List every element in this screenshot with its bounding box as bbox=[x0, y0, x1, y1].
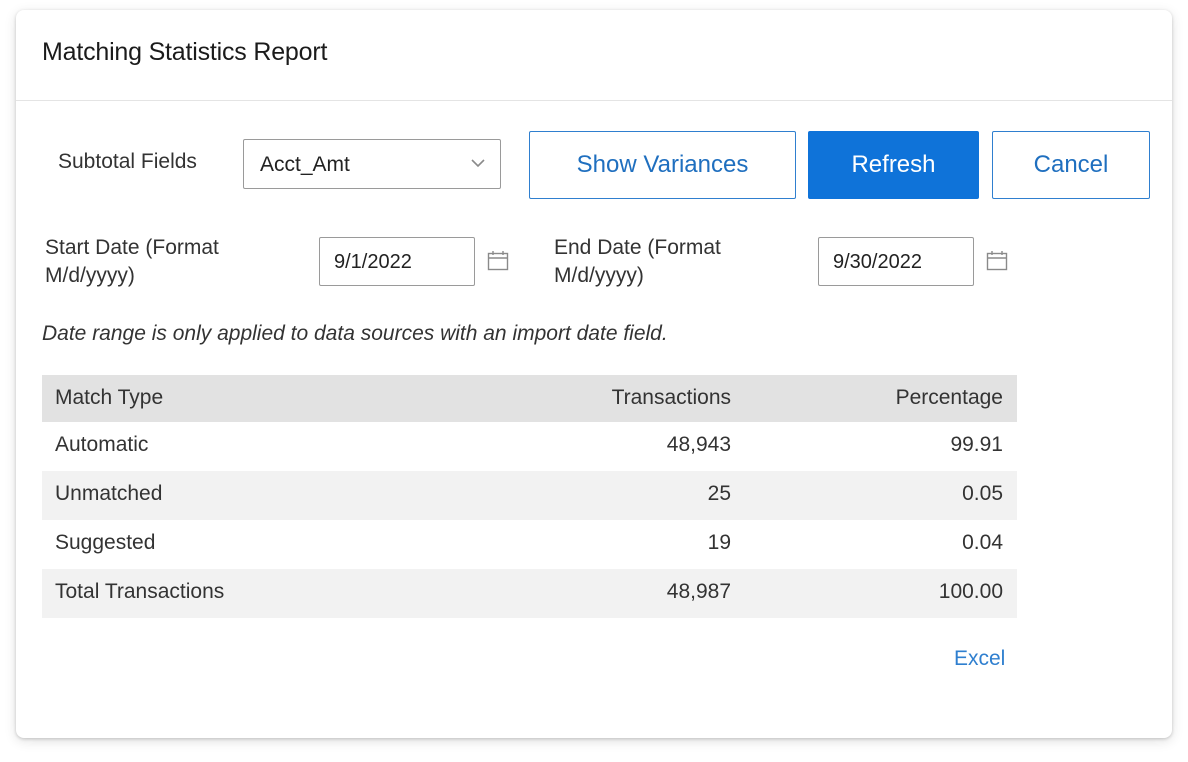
column-header-match-type[interactable]: Match Type bbox=[55, 386, 163, 410]
subtotal-fields-label: Subtotal Fields bbox=[58, 150, 197, 173]
transactions-cell: 25 bbox=[707, 482, 731, 505]
match-type-cell: Suggested bbox=[55, 531, 156, 554]
column-header-transactions[interactable]: Transactions bbox=[612, 386, 731, 410]
end-date-input[interactable]: 9/30/2022 bbox=[818, 237, 974, 286]
table-row: Automatic 48,943 99.91 bbox=[42, 422, 1017, 471]
start-date-value: 9/1/2022 bbox=[334, 251, 412, 273]
table-header-row: Match Type Transactions Percentage bbox=[42, 375, 1017, 422]
start-date-input[interactable]: 9/1/2022 bbox=[319, 237, 475, 286]
end-date-label-line1: End Date (Format bbox=[554, 236, 721, 259]
dialog-title: Matching Statistics Report bbox=[42, 38, 328, 66]
subtotal-fields-select[interactable]: Acct_Amt bbox=[243, 139, 501, 189]
excel-export-link[interactable]: Excel bbox=[954, 647, 1005, 671]
match-type-cell: Automatic bbox=[55, 433, 149, 456]
start-date-label-line2: M/d/yyyy) bbox=[45, 264, 135, 287]
matching-statistics-dialog: Matching Statistics Report Subtotal Fiel… bbox=[16, 10, 1172, 738]
table-row: Suggested 19 0.04 bbox=[42, 520, 1017, 569]
end-date-label-line2: M/d/yyyy) bbox=[554, 264, 644, 287]
show-variances-button[interactable]: Show Variances bbox=[529, 131, 796, 199]
transactions-cell: 48,943 bbox=[666, 433, 731, 456]
column-header-percentage[interactable]: Percentage bbox=[896, 386, 1003, 410]
percentage-cell: 99.91 bbox=[950, 433, 1003, 456]
refresh-button[interactable]: Refresh bbox=[808, 131, 979, 199]
match-type-cell: Total Transactions bbox=[55, 580, 225, 603]
date-range-note: Date range is only applied to data sourc… bbox=[42, 322, 668, 345]
calendar-icon[interactable] bbox=[985, 249, 1009, 273]
table-row: Unmatched 25 0.05 bbox=[42, 471, 1017, 520]
table-total-row: Total Transactions 48,987 100.00 bbox=[42, 569, 1017, 618]
transactions-cell: 48,987 bbox=[666, 580, 731, 603]
end-date-label: End Date (Format M/d/yyyy) bbox=[554, 234, 721, 290]
percentage-cell: 0.05 bbox=[962, 482, 1003, 505]
percentage-cell: 100.00 bbox=[938, 580, 1003, 603]
calendar-icon[interactable] bbox=[486, 249, 510, 273]
chevron-down-icon bbox=[471, 159, 485, 168]
subtotal-fields-value: Acct_Amt bbox=[260, 153, 350, 176]
start-date-label-line1: Start Date (Format bbox=[45, 236, 219, 259]
match-statistics-table: Match Type Transactions Percentage Autom… bbox=[42, 375, 1017, 618]
end-date-value: 9/30/2022 bbox=[833, 251, 922, 273]
percentage-cell: 0.04 bbox=[962, 531, 1003, 554]
cancel-button[interactable]: Cancel bbox=[992, 131, 1150, 199]
match-type-cell: Unmatched bbox=[55, 482, 163, 505]
dialog-header: Matching Statistics Report bbox=[16, 10, 1172, 101]
start-date-label: Start Date (Format M/d/yyyy) bbox=[45, 234, 219, 290]
transactions-cell: 19 bbox=[707, 531, 731, 554]
